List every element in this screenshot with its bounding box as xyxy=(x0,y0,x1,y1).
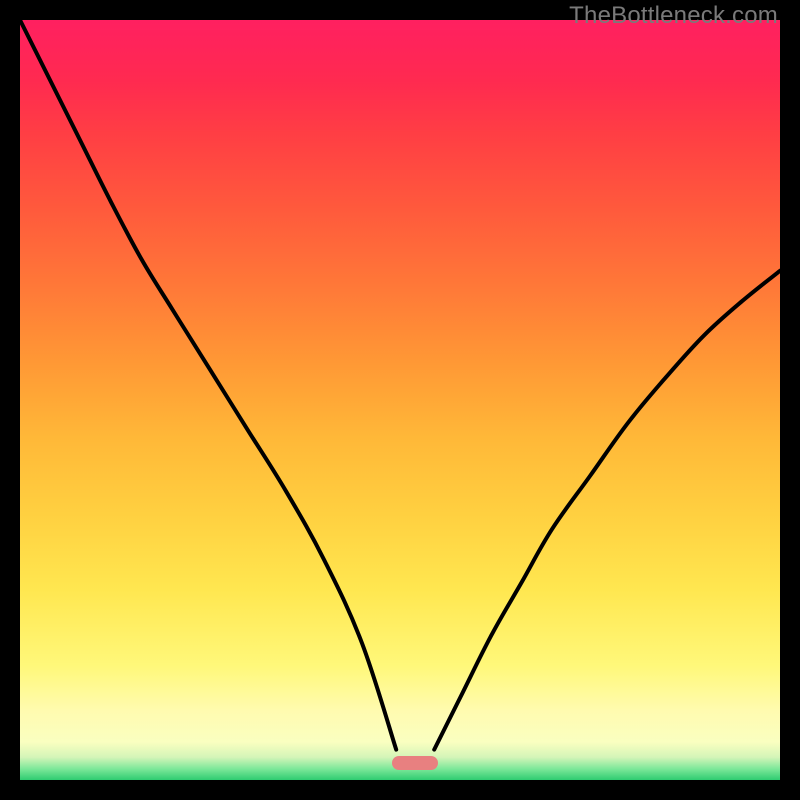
bottleneck-curve xyxy=(20,20,780,780)
optimal-marker xyxy=(392,756,438,770)
plot-area xyxy=(20,20,780,780)
watermark: TheBottleneck.com xyxy=(569,2,778,30)
